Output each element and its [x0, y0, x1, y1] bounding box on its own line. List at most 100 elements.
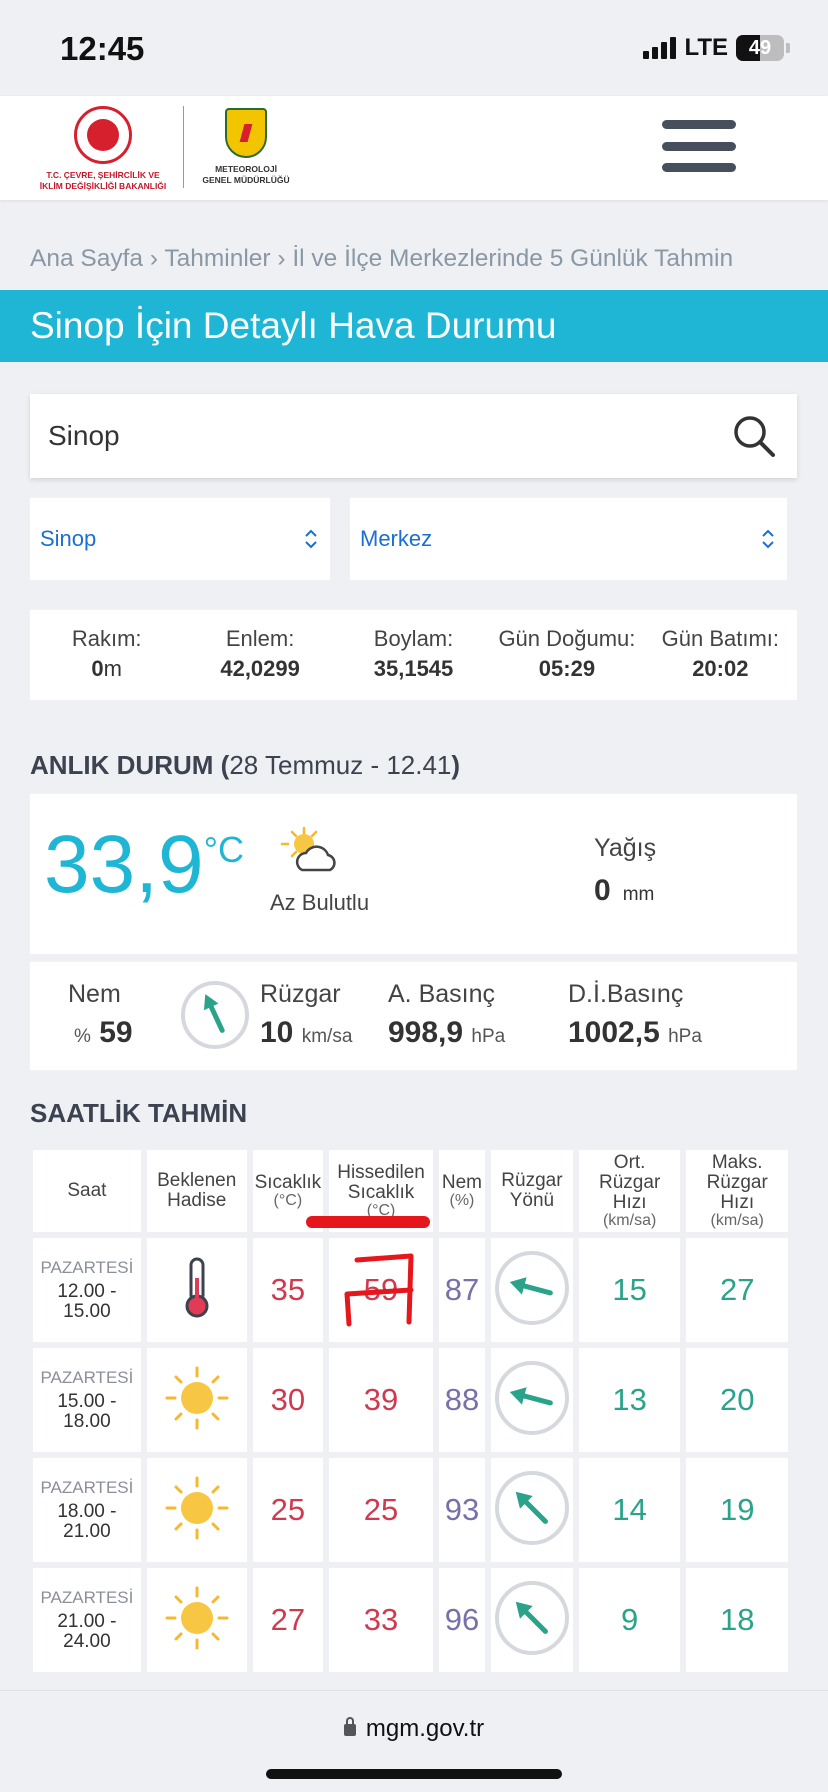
ministry-name: T.C. ÇEVRE, ŞEHİRCİLİK VE İKLİM DEĞİŞİKL… [39, 170, 167, 191]
status-indicators: LTE 49 [643, 34, 790, 62]
province-select[interactable]: Sinop [30, 498, 330, 580]
cell-temp: 27 [252, 1568, 324, 1672]
wind-value: 10 km/sa [260, 1016, 353, 1049]
signal-icon [643, 37, 677, 59]
cell-wind-dir [490, 1348, 573, 1452]
table-row: PAZARTESİ 15.00 -18.00 30 39 88 13 20 [33, 1348, 788, 1452]
ministry-logo[interactable]: T.C. ÇEVRE, ŞEHİRCİLİK VE İKLİM DEĞİŞİKL… [28, 106, 178, 191]
district-select-value: Merkez [360, 526, 433, 551]
cell-feels: 25 [329, 1458, 433, 1562]
wind-direction-icon [181, 981, 249, 1049]
precip-label: Yağış [594, 834, 657, 862]
cell-humidity: 88 [438, 1348, 485, 1452]
cell-time: PAZARTESİ 15.00 -18.00 [33, 1348, 141, 1452]
info-altitude: Rakım: 0m [71, 626, 142, 681]
table-row: PAZARTESİ 12.00 -15.00 35 59 87 15 27 [33, 1238, 788, 1342]
home-indicator[interactable] [266, 1769, 562, 1779]
cell-wind-dir [490, 1238, 573, 1342]
page-title: Sinop İçin Detaylı Hava Durumu [0, 290, 828, 362]
cell-max-wind: 27 [686, 1238, 788, 1342]
battery-icon: 49 [736, 35, 784, 61]
status-bar: 12:45 LTE 49 [0, 0, 828, 96]
search-input[interactable] [30, 394, 710, 478]
logo-divider [183, 106, 184, 188]
mgm-shield-icon [225, 108, 267, 158]
cell-condition [146, 1458, 247, 1562]
hourly-heading: SAATLİK TAHMİN [30, 1098, 248, 1128]
cell-condition [146, 1348, 247, 1452]
cell-max-wind: 19 [686, 1458, 788, 1562]
wind-direction-icon [494, 1470, 569, 1545]
pressure-value: 998,9 hPa [388, 1016, 506, 1049]
current-details: Nem % 59 Rüzgar 10 km/sa A. Basınç 998,9… [30, 962, 797, 1070]
cell-max-wind: 18 [686, 1568, 788, 1672]
cell-temp: 35 [252, 1238, 324, 1342]
info-sunset: Gün Batımı: 20:02 [661, 626, 780, 681]
precip-value: 0 mm [594, 874, 655, 907]
info-longitude: Boylam: 35,1545 [373, 626, 454, 681]
cell-humidity: 96 [438, 1568, 485, 1672]
mgm-name: METEOROLOJİ GENEL MÜDÜRLÜĞÜ [202, 164, 290, 185]
thermometer-icon [182, 1257, 212, 1324]
mgm-logo[interactable]: METEOROLOJİ GENEL MÜDÜRLÜĞÜ [192, 108, 300, 185]
battery-tip [786, 43, 790, 53]
wind-direction-icon [494, 1360, 569, 1435]
cell-humidity: 87 [438, 1238, 485, 1342]
cell-feels: 59 [329, 1238, 433, 1342]
status-time: 12:45 [60, 30, 145, 67]
table-row: PAZARTESİ 21.00 -24.00 27 33 96 9 18 [33, 1568, 788, 1672]
sun-icon [164, 1586, 230, 1655]
humidity-value: % 59 [74, 1016, 133, 1049]
col-header-max-wind: Maks. Rüzgar Hızı (km/sa) [686, 1150, 788, 1232]
province-select-value: Sinop [40, 526, 97, 551]
cell-time: PAZARTESİ 12.00 -15.00 [33, 1238, 141, 1342]
cell-avg-wind: 13 [578, 1348, 681, 1452]
cell-avg-wind: 9 [578, 1568, 681, 1672]
location-info: Rakım: 0m Enlem: 42,0299 Boylam: 35,1545… [30, 610, 797, 700]
current-main: 33,9°C Az Bulutlu Yağış 0 mm [30, 794, 797, 954]
cell-feels: 39 [329, 1348, 433, 1452]
page-title-city: Sinop [30, 305, 125, 346]
col-header-time: Saat [33, 1150, 141, 1232]
wind-direction-icon [494, 1580, 569, 1655]
current-heading: ANLIK DURUM (28 Temmuz - 12.41) [30, 750, 461, 780]
col-header-condition: Beklenen Hadise [146, 1150, 247, 1232]
current-temperature: 33,9°C [44, 819, 245, 910]
network-type: LTE [684, 34, 728, 61]
col-header-wind-dir: Rüzgar Yönü [490, 1150, 573, 1232]
cell-condition [146, 1238, 247, 1342]
wind-label: Rüzgar [260, 980, 341, 1008]
col-header-avg-wind: Ort. Rüzgar Hızı (km/sa) [578, 1150, 681, 1232]
cell-feels: 33 [329, 1568, 433, 1672]
search-box [30, 394, 797, 478]
humidity-label: Nem [68, 980, 121, 1008]
chevron-updown-icon [305, 529, 317, 549]
cell-temp: 30 [252, 1348, 324, 1452]
annotation-box [344, 1253, 414, 1327]
cell-max-wind: 20 [686, 1348, 788, 1452]
url-display[interactable]: mgm.gov.tr [0, 1715, 828, 1743]
cell-time: PAZARTESİ 21.00 -24.00 [33, 1568, 141, 1672]
sea-pressure-label: D.İ.Basınç [568, 980, 684, 1008]
site-header: T.C. ÇEVRE, ŞEHİRCİLİK VE İKLİM DEĞİŞİKL… [0, 96, 828, 200]
partly-cloudy-icon [280, 826, 336, 872]
ministry-seal-icon [74, 106, 132, 164]
wind-direction-icon [494, 1250, 569, 1325]
cell-temp: 25 [252, 1458, 324, 1562]
annotation-underline [306, 1216, 430, 1228]
district-select[interactable]: Merkez [350, 498, 787, 580]
battery-level: 49 [748, 36, 772, 59]
pressure-label: A. Basınç [388, 980, 495, 1008]
cell-wind-dir [490, 1458, 573, 1562]
cell-avg-wind: 15 [578, 1238, 681, 1342]
sun-icon [164, 1366, 230, 1435]
cell-humidity: 93 [438, 1458, 485, 1562]
menu-icon[interactable] [662, 116, 736, 176]
cell-wind-dir [490, 1568, 573, 1672]
search-icon[interactable] [731, 413, 777, 459]
breadcrumb[interactable]: Ana Sayfa › Tahminler › İl ve İlçe Merke… [30, 245, 733, 273]
cell-avg-wind: 14 [578, 1458, 681, 1562]
browser-url-bar[interactable]: mgm.gov.tr [0, 1690, 828, 1792]
page-title-text: İçin Detaylı Hava Durumu [124, 305, 557, 346]
info-latitude: Enlem: 42,0299 [220, 626, 300, 681]
